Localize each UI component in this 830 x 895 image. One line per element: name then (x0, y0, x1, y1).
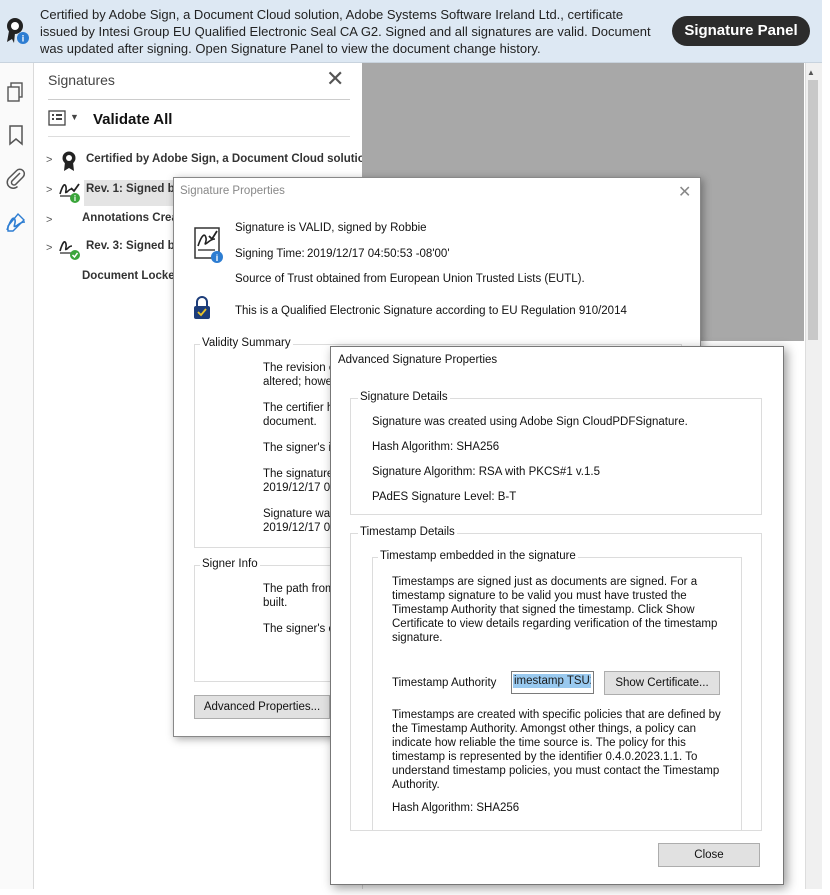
text-line: Timestamps are created with specific pol… (392, 709, 721, 721)
chevron-right-icon[interactable]: > (46, 154, 52, 166)
svg-text:i: i (22, 34, 25, 44)
text-line: Certificate to view details regarding ve… (392, 618, 718, 630)
text-line: understand timestamp policies, you must … (392, 765, 720, 777)
qes-statement: This is a Qualified Electronic Signature… (235, 305, 627, 317)
summary-line: 2019/12/17 04 (263, 522, 337, 534)
signing-time-label: Signing Time: (235, 248, 305, 260)
summary-line: The signature (263, 468, 334, 480)
chevron-right-icon[interactable]: > (46, 184, 52, 196)
text-line: Timestamp Authority that signed the time… (392, 604, 695, 616)
scroll-up-icon[interactable]: ▲ (807, 68, 815, 77)
text-line: Timestamps are signed just as documents … (392, 576, 698, 588)
close-button[interactable]: Close (658, 843, 760, 867)
validate-all-button[interactable]: Validate All (93, 111, 172, 128)
pane-title: Signatures (48, 72, 115, 88)
summary-line: 2019/12/17 04 (263, 482, 337, 494)
tree-row-label[interactable]: Certified by Adobe Sign, a Document Clou… (86, 153, 372, 165)
summary-line: document. (263, 416, 317, 428)
timestamp-authority-label: Timestamp Authority (392, 677, 497, 689)
show-certificate-button[interactable]: Show Certificate... (604, 671, 720, 695)
text-line: signature. (392, 632, 443, 644)
timestamp-explanation: Timestamps are signed just as documents … (392, 575, 717, 645)
summary-line: altered; howe (263, 376, 333, 388)
detail-line: PAdES Signature Level: B-T (372, 491, 517, 503)
svg-text:i: i (74, 194, 76, 203)
chevron-right-icon[interactable]: > (46, 242, 52, 254)
close-icon[interactable]: ✕ (326, 68, 344, 90)
detail-line: Signature Algorithm: RSA with PKCS#1 v.1… (372, 466, 600, 478)
summary-line: The signer's id (263, 442, 338, 454)
summary-line: The certifier h (263, 402, 334, 414)
timestamp-policy-explanation: Timestamps are created with specific pol… (392, 708, 721, 792)
signature-valid-info-icon: i (59, 183, 80, 203)
close-icon[interactable]: ✕ (678, 182, 691, 202)
lock-eu-icon (194, 296, 210, 319)
divider (48, 136, 350, 137)
scrollbar-thumb[interactable] (808, 80, 818, 340)
summary-line: The revision o (263, 362, 336, 374)
text-line: indicate how reliable the time source is… (392, 737, 686, 749)
trust-source: Source of Trust obtained from European U… (235, 273, 585, 285)
group-label: Timestamp embedded in the signature (378, 550, 578, 562)
text-line: the Timestamp Authority. Amongst other t… (392, 723, 697, 735)
group-label: Validity Summary (200, 337, 293, 349)
text-line: timestamp signature to be valid you must… (392, 590, 687, 602)
timestamp-authority-value[interactable]: imestamp TSU2 (513, 674, 591, 688)
timestamp-hash-algorithm: Hash Algorithm: SHA256 (392, 802, 520, 814)
group-label: Timestamp Details (358, 526, 457, 538)
signer-line: The path from (263, 583, 335, 595)
tree-row-label[interactable]: Rev. 1: Signed by (86, 183, 174, 195)
text-line: Authority. (392, 779, 440, 791)
tree-row-label[interactable]: Rev. 3: Signed by (86, 240, 174, 252)
group-label: Signature Details (358, 391, 450, 403)
window-edge (0, 889, 830, 895)
validity-status: Signature is VALID, signed by Robbie (235, 222, 427, 234)
banner-message: Certified by Adobe Sign, a Document Clou… (40, 7, 651, 56)
chevron-down-icon[interactable]: ▼ (70, 112, 79, 122)
certified-seal-icon: i (7, 18, 29, 44)
window-edge (822, 0, 830, 895)
options-menu-icon[interactable] (48, 110, 66, 126)
svg-text:i: i (216, 253, 219, 263)
advanced-properties-button[interactable]: Advanced Properties... (194, 695, 330, 719)
attachment-icon[interactable] (4, 166, 28, 190)
certified-seal-icon (62, 151, 76, 171)
signature-panel-button[interactable]: Signature Panel (672, 16, 810, 46)
signing-time-value: 2019/12/17 04:50:53 -08'00' (307, 248, 450, 260)
dialog-title: Advanced Signature Properties (338, 354, 498, 366)
divider (48, 99, 350, 100)
text-line: timestamp is represented by the identifi… (392, 751, 698, 763)
group-label: Signer Info (200, 558, 260, 570)
signature-valid-icon (59, 241, 80, 260)
signature-valid-info-icon: i (194, 227, 223, 263)
signer-line: built. (263, 597, 288, 609)
dialog-title: Signature Properties (180, 185, 285, 197)
tree-row-label[interactable]: Document Locked (82, 270, 174, 282)
signer-line: The signer's c (263, 623, 335, 635)
page-thumbnails-icon[interactable] (4, 80, 28, 104)
summary-line: Signature was (263, 508, 336, 520)
signatures-pen-icon[interactable] (4, 210, 28, 234)
chevron-right-icon[interactable]: > (46, 214, 52, 226)
tree-row-label[interactable]: Annotations Creat (82, 212, 174, 224)
detail-line: Hash Algorithm: SHA256 (372, 441, 500, 453)
detail-line: Signature was created using Adobe Sign C… (372, 416, 688, 428)
bookmark-icon[interactable] (4, 123, 28, 147)
